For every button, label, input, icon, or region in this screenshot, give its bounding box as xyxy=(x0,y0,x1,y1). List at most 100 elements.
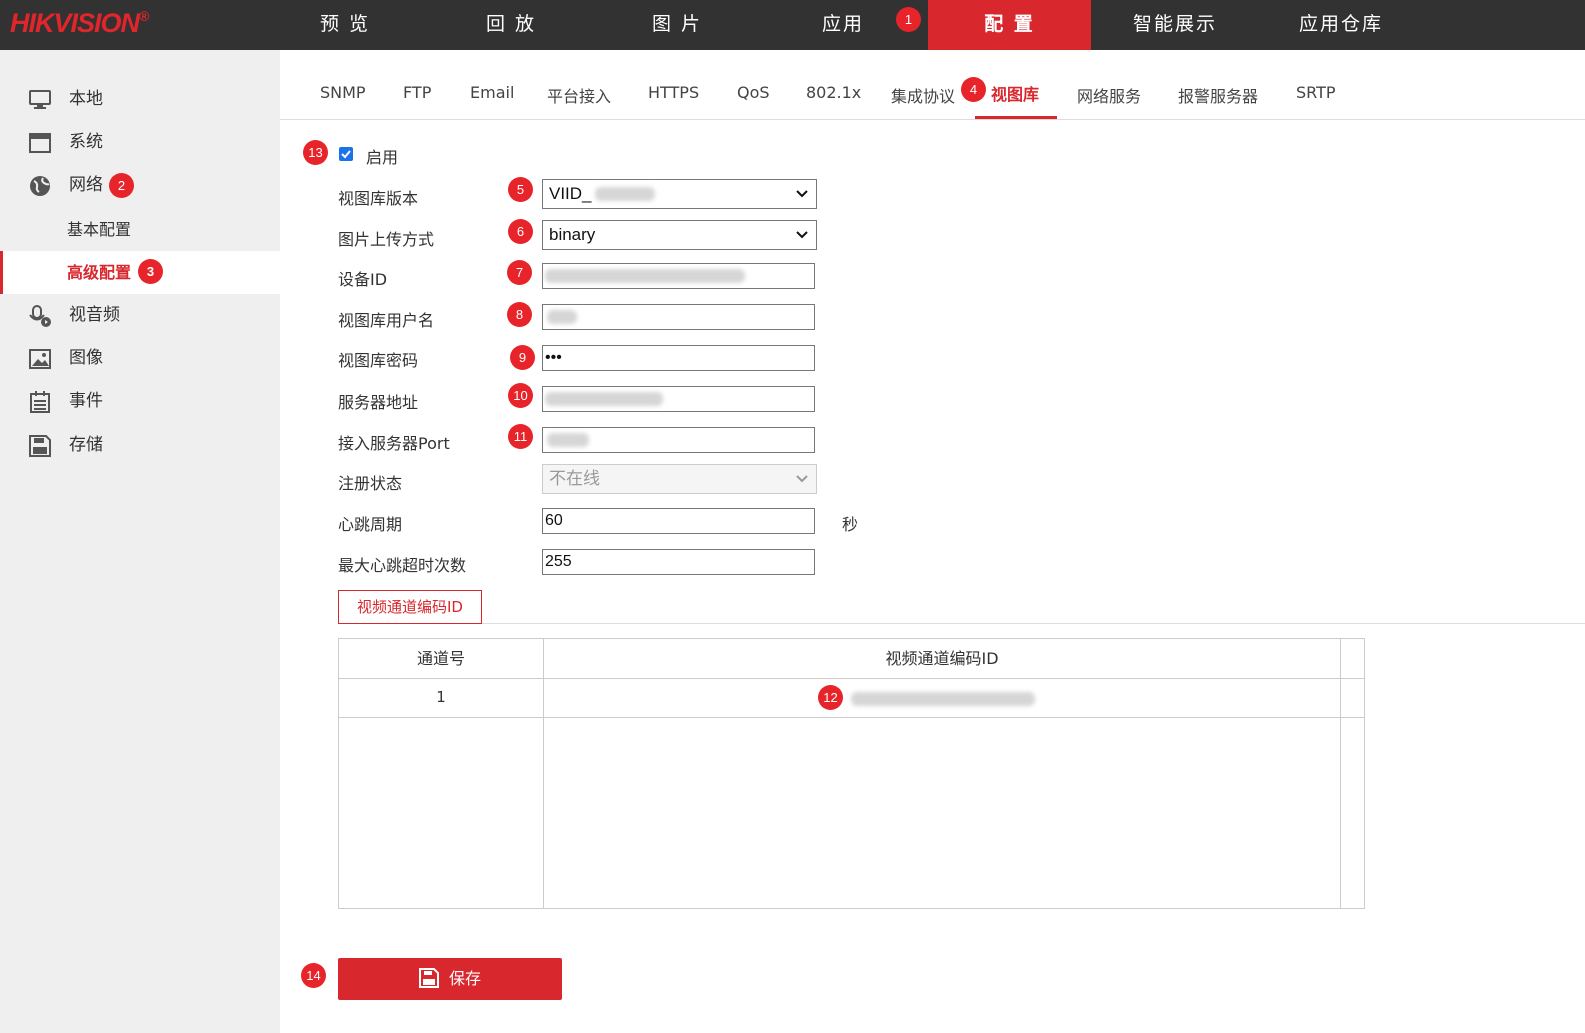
annotation-badge: 5 xyxy=(508,177,533,202)
sidebar-item-label: 本地 xyxy=(69,89,103,109)
save-disk-icon xyxy=(29,435,51,457)
annotation-badge: 2 xyxy=(109,173,134,198)
registration-status-select: 不在线 xyxy=(542,464,817,494)
sidebar-item-label: 事件 xyxy=(69,391,103,411)
nav-configuration[interactable]: 配 置 xyxy=(928,0,1091,50)
microphone-icon xyxy=(29,305,51,327)
table-divider xyxy=(1340,639,1341,908)
version-select-value: VIID_ xyxy=(549,184,592,203)
annotation-badge: 1 xyxy=(896,7,921,32)
nav-playback[interactable]: 回 放 xyxy=(428,0,594,50)
logo-text-vision: VISION xyxy=(53,8,141,38)
registration-status-label: 注册状态 xyxy=(338,474,403,493)
hikvision-logo: HIKVISION® xyxy=(10,8,149,39)
annotation-badge: 13 xyxy=(303,140,328,165)
username-input[interactable] xyxy=(542,304,815,330)
channel-table: 通道号 视频通道编码ID 1 12 xyxy=(338,638,1365,909)
sidebar-item-label: 系统 xyxy=(69,132,103,152)
tab-ftp[interactable]: FTP xyxy=(403,83,431,102)
nav-app-store[interactable]: 应用仓库 xyxy=(1258,0,1424,50)
annotation-badge: 12 xyxy=(818,685,843,710)
enable-checkbox[interactable] xyxy=(339,147,353,161)
table-cell-channel: 1 xyxy=(436,688,446,706)
chevron-down-icon xyxy=(796,231,808,239)
checkmark-icon xyxy=(341,150,351,159)
device-id-input[interactable] xyxy=(542,263,815,289)
window-icon xyxy=(29,133,51,153)
server-port-label: 接入服务器Port xyxy=(338,434,450,453)
nav-smart-display[interactable]: 智能展示 xyxy=(1092,0,1258,50)
save-disk-icon xyxy=(418,967,439,988)
section-divider xyxy=(482,623,1585,624)
sub-tab-bar: SNMP FTP Email 平台接入 HTTPS QoS 802.1x 集成协… xyxy=(280,50,1585,120)
sidebar-item-event[interactable]: 事件 xyxy=(0,380,280,423)
tab-integration-protocol[interactable]: 集成协议 xyxy=(891,83,955,107)
sidebar: 本地 系统 网络 2 基本配置 高级配置 3 视音频 图像 事件 存储 xyxy=(0,50,280,1033)
redacted-blur xyxy=(595,187,655,201)
server-address-input[interactable] xyxy=(542,386,815,412)
heartbeat-unit: 秒 xyxy=(842,515,859,534)
redacted-blur xyxy=(547,310,577,324)
tab-view-library[interactable]: 视图库 xyxy=(991,81,1039,105)
max-timeout-input[interactable]: 255 xyxy=(542,549,815,575)
chevron-down-icon xyxy=(796,190,808,198)
annotation-badge: 3 xyxy=(138,259,163,284)
tab-snmp[interactable]: SNMP xyxy=(320,83,366,102)
sidebar-item-label: 视音频 xyxy=(69,305,120,325)
globe-icon xyxy=(30,176,50,196)
password-input[interactable]: ••• xyxy=(542,345,815,371)
annotation-badge: 8 xyxy=(507,302,532,327)
enable-label: 启用 xyxy=(366,148,399,167)
server-port-input[interactable] xyxy=(542,427,815,453)
device-id-label: 设备ID xyxy=(338,270,388,289)
sidebar-item-label: 图像 xyxy=(69,348,103,368)
tab-platform-access[interactable]: 平台接入 xyxy=(547,83,611,107)
nav-preview[interactable]: 预 览 xyxy=(262,0,428,50)
annotation-badge: 9 xyxy=(510,345,535,370)
tab-qos[interactable]: QoS xyxy=(737,83,770,102)
logo-reg-mark: ® xyxy=(139,8,149,24)
sidebar-item-audio-video[interactable]: 视音频 xyxy=(0,294,280,337)
sidebar-subitem-label: 高级配置 xyxy=(67,263,132,282)
password-label: 视图库密码 xyxy=(338,351,419,370)
sidebar-item-image[interactable]: 图像 xyxy=(0,337,280,380)
redacted-blur xyxy=(851,692,1035,706)
sidebar-item-local[interactable]: 本地 xyxy=(0,78,280,121)
column-header-channel-code-id: 视频通道编码ID xyxy=(885,649,999,668)
tab-email[interactable]: Email xyxy=(470,83,514,102)
sidebar-item-system[interactable]: 系统 xyxy=(0,121,280,164)
top-bar: HIKVISION® 预 览 回 放 图 片 应用 配 置 智能展示 应用仓库 … xyxy=(0,0,1585,50)
active-tab-underline xyxy=(975,116,1057,119)
heartbeat-input[interactable]: 60 xyxy=(542,508,815,534)
annotation-badge: 14 xyxy=(301,963,326,988)
sidebar-subitem-advanced-config[interactable]: 高级配置 3 xyxy=(0,251,280,294)
tab-alarm-server[interactable]: 报警服务器 xyxy=(1178,83,1258,107)
sidebar-item-storage[interactable]: 存储 xyxy=(0,424,280,467)
upload-method-select[interactable]: binary xyxy=(542,220,817,250)
image-icon xyxy=(29,349,51,369)
tab-srtp[interactable]: SRTP xyxy=(1296,83,1336,102)
sidebar-item-network[interactable]: 网络 2 xyxy=(0,164,280,207)
save-button[interactable]: 保存 xyxy=(338,958,562,1000)
server-address-label: 服务器地址 xyxy=(338,393,419,412)
annotation-badge: 6 xyxy=(508,219,533,244)
version-select[interactable]: VIID_ xyxy=(542,179,817,209)
nav-picture[interactable]: 图 片 xyxy=(594,0,760,50)
save-button-label: 保存 xyxy=(448,969,481,988)
tab-https[interactable]: HTTPS xyxy=(648,83,699,102)
heartbeat-label: 心跳周期 xyxy=(338,515,403,534)
annotation-badge: 10 xyxy=(508,383,533,408)
annotation-badge: 7 xyxy=(507,260,532,285)
redacted-blur xyxy=(545,392,663,406)
calendar-icon xyxy=(30,391,50,413)
username-label: 视图库用户名 xyxy=(338,311,435,330)
redacted-blur xyxy=(545,269,745,283)
sidebar-subitem-basic-config[interactable]: 基本配置 xyxy=(0,208,280,251)
upload-method-label: 图片上传方式 xyxy=(338,230,435,249)
video-channel-id-tab[interactable]: 视频通道编码ID xyxy=(338,590,482,624)
sidebar-item-label: 网络 xyxy=(69,175,103,195)
redacted-blur xyxy=(547,433,589,447)
tab-8021x[interactable]: 802.1x xyxy=(806,83,861,102)
chevron-down-icon xyxy=(796,475,808,483)
tab-network-service[interactable]: 网络服务 xyxy=(1077,83,1141,107)
